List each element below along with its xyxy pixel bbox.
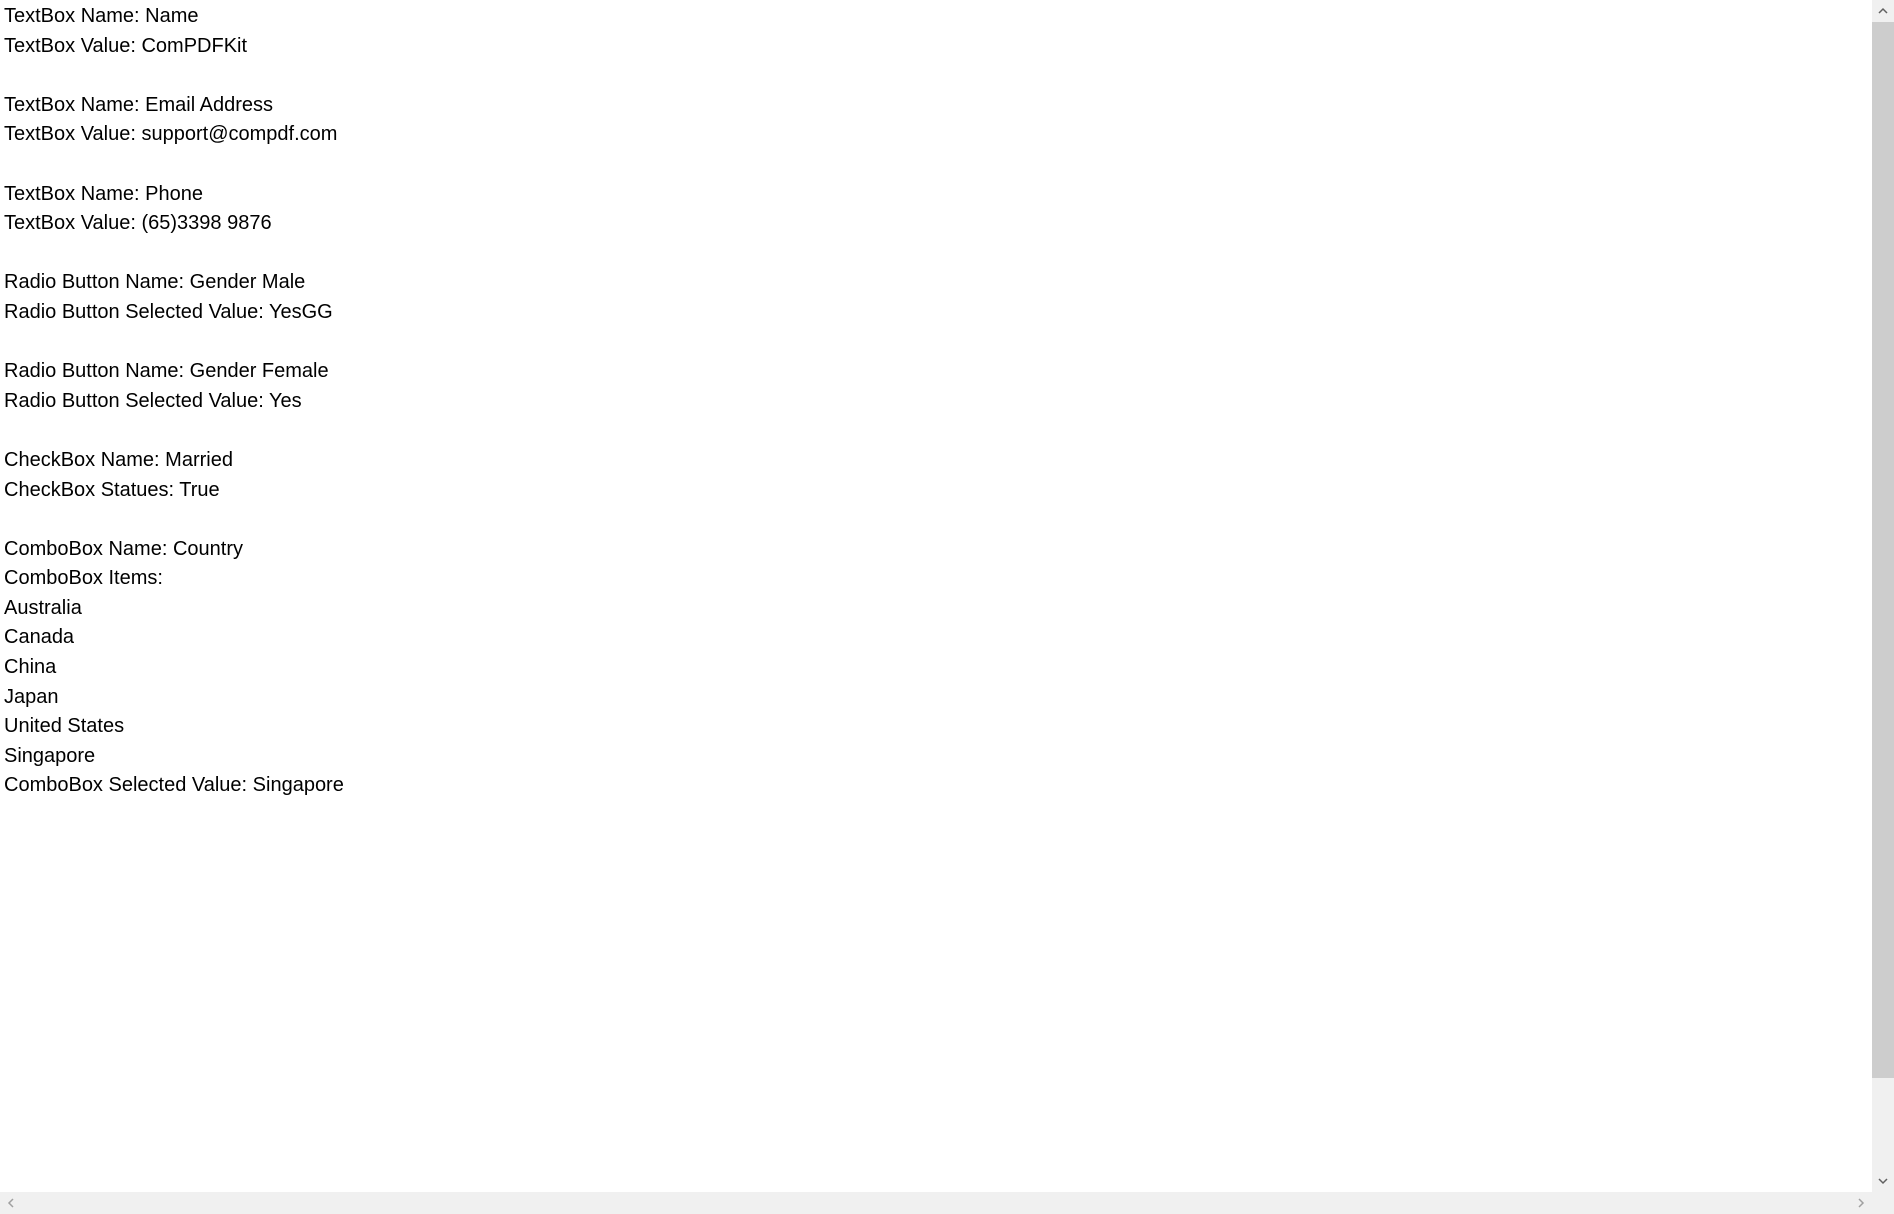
- blank-line: [4, 505, 1868, 535]
- combobox-name-line: ComboBox Name: Country: [4, 535, 1868, 565]
- combobox-items-label: ComboBox Items:: [4, 564, 1868, 594]
- combobox-item: Canada: [4, 623, 1868, 653]
- field-value-line: TextBox Value: support@compdf.com: [4, 120, 1868, 150]
- field-name-line: TextBox Name: Email Address: [4, 91, 1868, 121]
- scrollbar-corner: [1872, 1192, 1894, 1214]
- field-value-line: Radio Button Selected Value: Yes: [4, 387, 1868, 417]
- scroll-right-button[interactable]: [1850, 1192, 1872, 1214]
- field-value-line: TextBox Value: (65)3398 9876: [4, 209, 1868, 239]
- field-name-line: Radio Button Name: Gender Male: [4, 268, 1868, 298]
- scroll-down-button[interactable]: [1872, 1170, 1894, 1192]
- combobox-selected-line: ComboBox Selected Value: Singapore: [4, 771, 1868, 801]
- combobox-item: United States: [4, 712, 1868, 742]
- scroll-up-button[interactable]: [1872, 0, 1894, 22]
- field-name-line: CheckBox Name: Married: [4, 446, 1868, 476]
- chevron-left-icon: [6, 1198, 16, 1208]
- field-name-line: TextBox Name: Phone: [4, 180, 1868, 210]
- combobox-item: China: [4, 653, 1868, 683]
- scroll-left-button[interactable]: [0, 1192, 22, 1214]
- horizontal-scrollbar[interactable]: [0, 1192, 1872, 1214]
- blank-line: [4, 150, 1868, 180]
- blank-line: [4, 239, 1868, 269]
- field-value-line: TextBox Value: ComPDFKit: [4, 32, 1868, 62]
- field-value-line: CheckBox Statues: True: [4, 476, 1868, 506]
- blank-line: [4, 61, 1868, 91]
- combobox-item: Japan: [4, 683, 1868, 713]
- blank-line: [4, 328, 1868, 358]
- chevron-up-icon: [1878, 6, 1888, 16]
- field-name-line: TextBox Name: Name: [4, 2, 1868, 32]
- vertical-scroll-thumb[interactable]: [1872, 22, 1894, 1078]
- blank-line: [4, 416, 1868, 446]
- vertical-scroll-track[interactable]: [1872, 22, 1894, 1170]
- combobox-item: Australia: [4, 594, 1868, 624]
- field-name-line: Radio Button Name: Gender Female: [4, 357, 1868, 387]
- document-content: TextBox Name: NameTextBox Value: ComPDFK…: [0, 0, 1872, 1192]
- vertical-scrollbar[interactable]: [1872, 0, 1894, 1192]
- chevron-right-icon: [1856, 1198, 1866, 1208]
- horizontal-scroll-track[interactable]: [22, 1192, 1850, 1214]
- chevron-down-icon: [1878, 1176, 1888, 1186]
- field-value-line: Radio Button Selected Value: YesGG: [4, 298, 1868, 328]
- combobox-item: Singapore: [4, 742, 1868, 772]
